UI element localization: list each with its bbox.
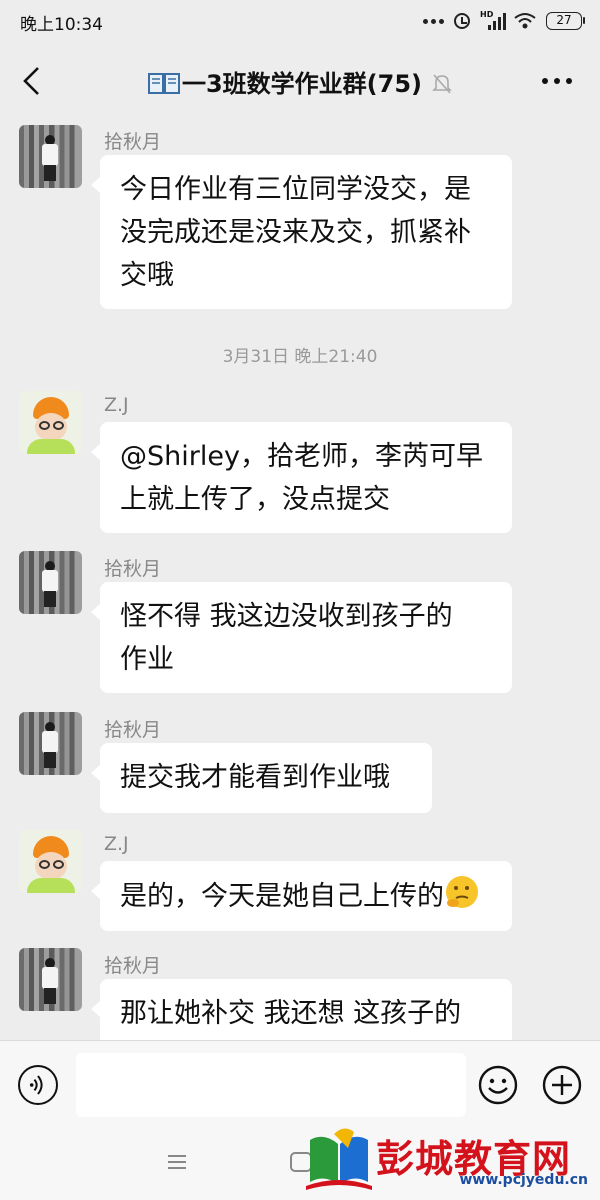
sender-name: 拾秋月 [104, 131, 162, 153]
sender-name: Z.J [104, 394, 129, 416]
status-icons: HD 27 [423, 10, 585, 32]
avatar[interactable] [19, 125, 82, 188]
message-list[interactable]: 拾秋月 今日作业有三位同学没交，是 没完成还是没来及交，抓紧补 交哦 3月31日… [0, 118, 600, 1040]
sender-name: Z.J [104, 833, 129, 855]
avatar[interactable] [19, 712, 82, 775]
message-bubble[interactable]: 今日作业有三位同学没交，是 没完成还是没来及交，抓紧补 交哦 [91, 155, 512, 309]
mute-bell-icon [432, 74, 452, 94]
emoji-icon[interactable] [478, 1065, 518, 1105]
timestamp: 3月31日 晚上21:40 [222, 347, 378, 367]
status-time: 晚上10:34 [20, 15, 103, 35]
wifi-icon [514, 13, 536, 29]
message-bubble[interactable]: @Shirley，拾老师，李芮可早 上就上传了，没点提交 [91, 422, 512, 533]
plus-icon[interactable] [542, 1065, 582, 1105]
message-input[interactable] [76, 1053, 466, 1117]
message-text: 是的，今天是她自己上传的 [120, 881, 444, 912]
avatar[interactable] [19, 391, 82, 454]
more-options-icon[interactable] [542, 78, 572, 84]
message-bubble[interactable]: 是的，今天是她自己上传的 [91, 861, 512, 931]
message-bubble[interactable]: 那让她补交 我还想 这孩子的 [91, 979, 512, 1040]
menu-icon[interactable] [168, 1154, 186, 1170]
sender-name: 拾秋月 [104, 955, 162, 977]
thinking-face-icon [446, 876, 478, 908]
message-bubble[interactable]: 提交我才能看到作业哦 [91, 743, 432, 813]
avatar[interactable] [19, 948, 82, 1011]
watermark: 彭城教育网 www.pcjyedu.cn [304, 1124, 596, 1196]
watermark-book-logo [306, 1128, 372, 1190]
signal-icon: HD [480, 10, 506, 30]
chat-header: 一3班数学作业群(75) [0, 42, 600, 118]
input-bar [0, 1040, 600, 1129]
battery-icon: 27 [546, 12, 585, 30]
avatar[interactable] [19, 830, 82, 893]
sender-name: 拾秋月 [104, 719, 162, 741]
chat-title-text: 一3班数学作业群(75) [181, 70, 423, 98]
alarm-icon [454, 13, 470, 29]
sender-name: 拾秋月 [104, 558, 162, 580]
chat-title: 一3班数学作业群(75) [0, 64, 600, 99]
avatar[interactable] [19, 551, 82, 614]
message-bubble[interactable]: 怪不得 我这边没收到孩子的 作业 [91, 582, 512, 693]
voice-icon[interactable] [18, 1065, 58, 1105]
watermark-url: www.pcjyedu.cn [459, 1172, 588, 1188]
more-notifications-icon [423, 18, 444, 24]
status-bar: 晚上10:34 HD 27 [0, 0, 600, 42]
book-icon [147, 73, 180, 94]
